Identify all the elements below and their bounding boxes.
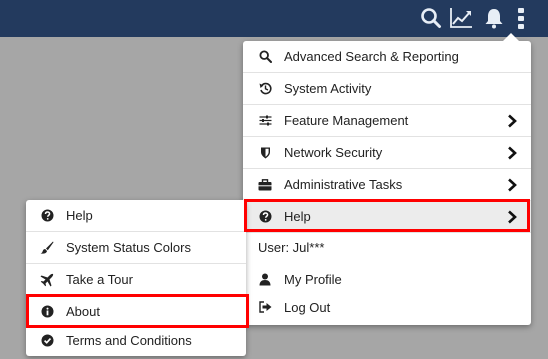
question-circle-icon [40,209,54,223]
paint-brush-icon [40,241,54,255]
menu-item-label: Feature Management [284,113,409,128]
user-icon [258,272,272,286]
submenu-item-label: About [66,304,100,319]
history-icon [258,82,272,96]
submenu-item-system-status-colors[interactable]: System Status Colors [26,232,246,264]
check-circle-icon [40,333,54,347]
shield-icon [258,146,272,160]
top-navigation-bar [0,0,548,37]
chart-icon[interactable] [448,5,474,31]
search-icon [258,50,272,64]
menu-item-label: Help [284,209,311,224]
sign-out-icon [258,300,272,314]
submenu-item-help[interactable]: Help [26,200,246,232]
menu-item-label: Administrative Tasks [284,177,403,192]
menu-item-advanced-search[interactable]: Advanced Search & Reporting [243,41,531,73]
search-icon[interactable] [418,5,444,31]
menu-item-label: My Profile [284,271,342,287]
sliders-icon [258,114,272,128]
user-name-label: User: Jul*** [258,240,325,255]
menu-item-administrative-tasks[interactable]: Administrative Tasks [243,169,531,201]
briefcase-icon [258,178,272,192]
menu-item-label: Network Security [284,145,383,160]
question-circle-icon [258,210,272,224]
menu-item-label: Advanced Search & Reporting [284,49,459,64]
submenu-item-label: Terms and Conditions [66,332,192,348]
menu-item-system-activity[interactable]: System Activity [243,73,531,105]
submenu-item-label: Help [66,208,93,223]
chevron-right-icon [508,146,517,160]
menu-item-label: Log Out [284,299,331,315]
menu-item-feature-management[interactable]: Feature Management [243,105,531,137]
submenu-item-take-a-tour[interactable]: Take a Tour [26,264,246,296]
main-dropdown-menu: Advanced Search & Reporting System Activ… [243,33,531,325]
menu-item-log-out[interactable]: Log Out [243,291,531,323]
menu-item-label: System Activity [284,81,372,96]
bell-icon[interactable] [481,5,507,31]
menu-item-network-security[interactable]: Network Security [243,137,531,169]
chevron-right-icon [508,114,517,128]
chevron-right-icon [508,178,517,192]
menu-item-help[interactable]: Help [243,201,531,233]
help-submenu: Help System Status Colors Take a Tour Ab… [26,200,246,356]
submenu-item-label: System Status Colors [66,240,191,255]
submenu-item-label: Take a Tour [66,272,133,287]
info-circle-icon [40,305,54,319]
more-vertical-icon[interactable] [508,5,534,31]
plane-icon [40,273,54,287]
chevron-right-icon [508,210,517,224]
submenu-item-terms-and-conditions[interactable]: Terms and Conditions [26,324,246,356]
